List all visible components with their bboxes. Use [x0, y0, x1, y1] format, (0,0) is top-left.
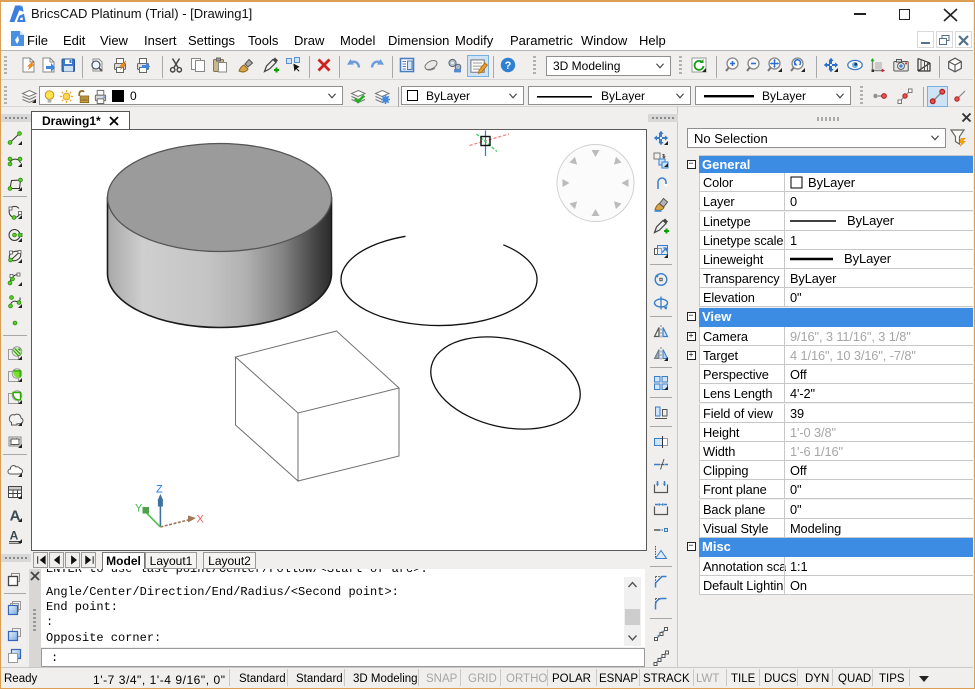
svg-text:?: ?: [505, 60, 512, 72]
svg-text:X: X: [197, 514, 205, 526]
svg-text:Y: Y: [135, 503, 143, 515]
svg-text:ByLayer: ByLayer: [844, 251, 892, 266]
svg-text:A: A: [10, 529, 19, 543]
svg-text:Z: Z: [156, 484, 163, 496]
svg-text:ByLayer: ByLayer: [847, 213, 895, 228]
svg-text:ByLayer: ByLayer: [808, 175, 856, 190]
